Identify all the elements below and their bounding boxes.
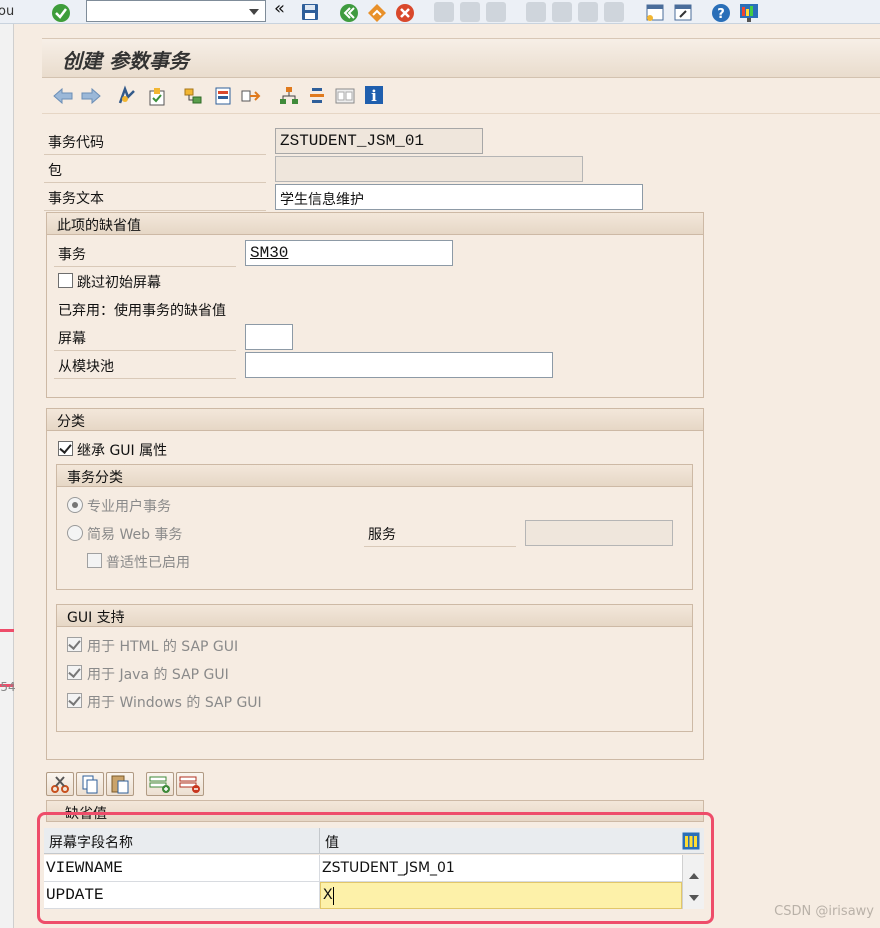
prev-page-icon[interactable] [552,2,572,22]
windows-gui-checkbox[interactable] [67,693,82,708]
enter-icon[interactable] [50,2,70,22]
collapse-command-icon[interactable]: « [274,0,294,19]
activate-icon[interactable] [146,85,168,111]
cut-icon [51,776,69,793]
menu-list-icon[interactable] [306,85,328,111]
tx-class-title: 事务分类 [57,465,692,487]
display-change-icon[interactable] [116,85,138,111]
html-gui-checkbox[interactable] [67,637,82,652]
package-label: 包 [48,163,62,179]
transaction-label: 事务 [58,247,86,263]
windows-gui-label: 用于 Windows 的 SAP GUI [87,695,262,711]
inherit-gui-label: 继承 GUI 属性 [77,443,168,459]
print-icon[interactable] [434,2,454,22]
chevron-down-icon[interactable] [249,9,259,15]
defaults-group-title: 此项的缺省值 [47,213,703,235]
insert-row-icon [149,776,170,793]
svg-text:?: ? [717,7,725,22]
svg-text:i: i [371,87,377,105]
sliver-highlight [0,610,14,632]
screen-field[interactable] [245,324,293,350]
layout-icon[interactable] [738,2,758,22]
copy-icon [82,775,98,794]
hierarchy-icon[interactable] [278,85,300,111]
html-gui-label: 用于 HTML 的 SAP GUI [87,639,239,655]
save-icon[interactable] [300,2,320,22]
classification-group-title: 分类 [47,409,703,431]
system-toolbar: « ? [0,0,880,24]
first-page-icon[interactable] [526,2,546,22]
info-icon[interactable]: i [364,85,384,109]
service-label: 服务 [368,527,396,543]
professional-label: 专业用户事务 [87,499,171,515]
sliver-side-text: -54 [0,680,16,694]
professional-radio[interactable] [67,497,83,513]
paste-button[interactable] [106,772,134,796]
application-toolbar: i [42,78,880,114]
help-icon[interactable]: ? [710,2,730,22]
pervasive-label: 普适性已启用 [106,555,190,571]
package-label-row [44,155,266,183]
pervasive-checkbox[interactable] [87,553,102,568]
find-next-icon[interactable] [486,2,506,22]
easy-web-radio[interactable] [67,525,83,541]
service-field[interactable] [525,520,673,546]
skip-initial-label: 跳过初始屏幕 [77,275,161,291]
back-icon[interactable] [338,2,358,22]
tcode-label: 事务代码 [48,135,104,151]
object-list-icon[interactable] [182,85,204,111]
paste-icon [111,775,129,794]
tx-text-field[interactable]: 学生信息维护 [275,184,643,210]
navigate-icon[interactable] [240,85,262,111]
last-page-icon[interactable] [604,2,624,22]
module-pool-field[interactable] [245,352,553,378]
package-field[interactable] [275,156,583,182]
module-pool-label: 从模块池 [58,359,114,375]
where-used-icon[interactable] [212,85,234,111]
easy-web-label: 简易 Web 事务 [87,527,183,543]
page-title: 创建 参数事务 [62,49,189,73]
command-field[interactable] [86,0,266,22]
delete-row-icon [179,776,200,793]
find-icon[interactable] [460,2,480,22]
sliver-top-text: ou [0,4,15,19]
insert-row-button[interactable] [146,772,174,796]
new-session-icon[interactable] [644,2,664,22]
documentation-icon[interactable] [334,85,356,111]
copy-button[interactable] [76,772,104,796]
cut-button[interactable] [46,772,74,796]
watermark: CSDN @irisawy [774,904,874,919]
screen-label: 屏幕 [58,331,86,347]
tx-text-label: 事务文本 [48,191,104,207]
arrow-left-icon[interactable] [52,86,74,110]
obsolete-note: 已弃用：使用事务的缺省值 [58,303,226,319]
shortcut-icon[interactable] [672,2,692,22]
skip-initial-checkbox[interactable] [58,273,73,288]
delete-row-button[interactable] [176,772,204,796]
inherit-gui-checkbox[interactable] [58,441,73,456]
arrow-right-icon[interactable] [80,86,102,110]
java-gui-checkbox[interactable] [67,665,82,680]
background-window-strip: ou -54 [0,4,16,928]
title-bar: 创建 参数事务 [42,38,880,78]
java-gui-label: 用于 Java 的 SAP GUI [87,667,229,683]
transaction-field[interactable]: SM30 [245,240,453,266]
exit-icon[interactable] [366,2,386,22]
next-page-icon[interactable] [578,2,598,22]
tcode-field[interactable]: ZSTUDENT_JSM_01 [275,128,483,154]
highlight-annotation [37,812,714,924]
gui-support-title: GUI 支持 [57,605,692,627]
cancel-icon[interactable] [394,2,414,22]
